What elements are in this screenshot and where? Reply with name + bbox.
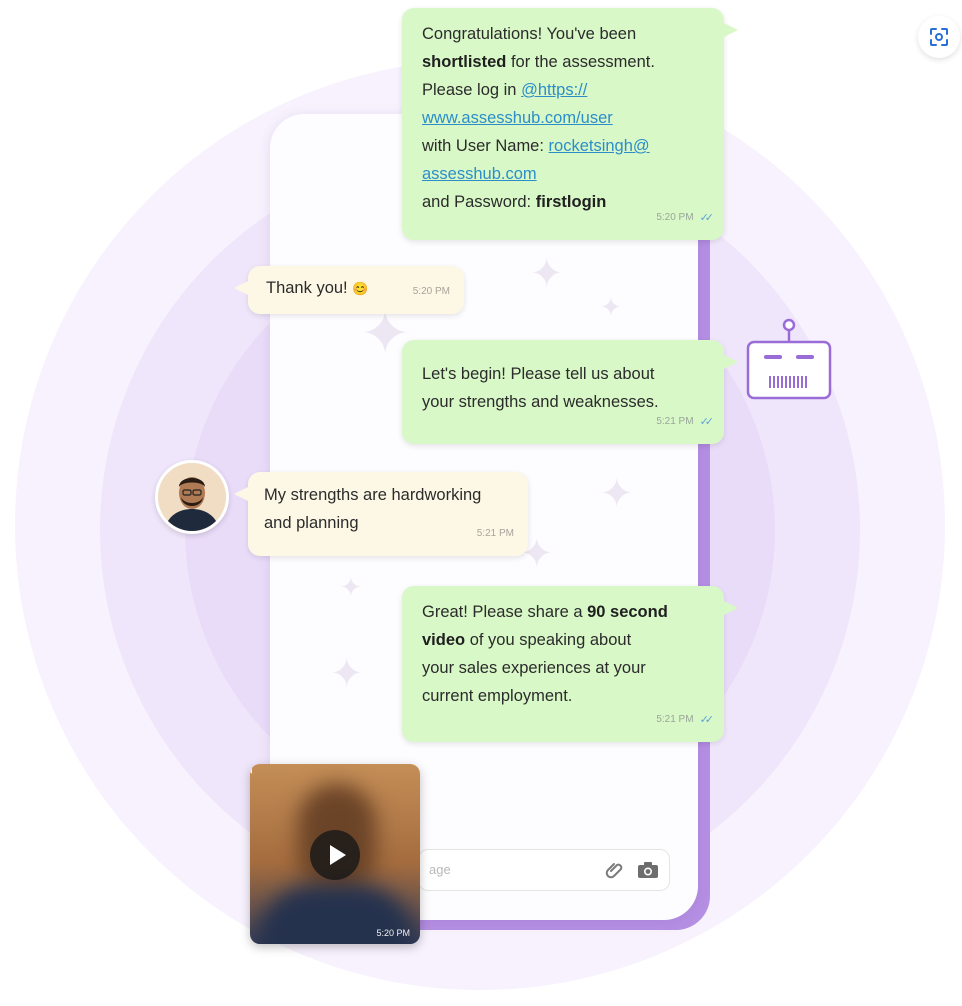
message-line: Great! Please share a 90 second xyxy=(422,598,704,626)
message-bold-text: shortlisted xyxy=(422,53,507,71)
user-message-thanks: Thank you! 😊 5:20 PM xyxy=(234,266,464,314)
message-line: www.assesshub.com/user xyxy=(422,104,704,132)
sparkle-decoration: ✦ xyxy=(340,572,362,602)
message-meta: 5:21 PM ✓✓ xyxy=(656,706,715,734)
message-line: shortlisted for the assessment. xyxy=(422,48,704,76)
login-link[interactable]: www.assesshub.com/user xyxy=(422,109,613,127)
avatar xyxy=(155,460,229,534)
message-text: and Password: xyxy=(422,193,536,211)
message-bold-text: 90 second xyxy=(587,603,668,621)
message-meta: 5:20 PM xyxy=(413,278,450,306)
user-message-strengths: My strengths are hardworking and plannin… xyxy=(234,472,528,556)
robot-icon xyxy=(744,316,834,404)
message-text: Congratulations! You've been xyxy=(422,25,637,43)
video-message[interactable]: 5:20 PM xyxy=(250,764,420,944)
message-text: Great! Please share a xyxy=(422,603,588,621)
message-timestamp: 5:20 PM xyxy=(656,212,694,223)
message-meta: 5:21 PM ✓✓ xyxy=(656,408,715,436)
message-text: My strengths are hardworking xyxy=(264,486,482,504)
message-line: video of you speaking about xyxy=(422,626,704,654)
message-line: Please log in @https:// xyxy=(422,76,704,104)
message-bold-text: video xyxy=(422,631,466,649)
message-text: Let's begin! Please tell us about xyxy=(422,365,655,383)
bot-message-credentials: Congratulations! You've been shortlisted… xyxy=(402,8,738,240)
sparkle-decoration: ✦ xyxy=(600,292,622,322)
login-link[interactable]: @https:// xyxy=(521,81,587,99)
message-text: and planning xyxy=(264,514,359,532)
message-input[interactable]: age xyxy=(418,849,670,891)
bot-message-question: Let's begin! Please tell us about your s… xyxy=(402,340,738,444)
email-link[interactable]: assesshub.com xyxy=(422,165,537,183)
message-timestamp: 5:21 PM xyxy=(656,714,694,725)
sparkle-decoration: ✦ xyxy=(600,472,634,516)
sparkle-decoration: ✦ xyxy=(330,652,364,696)
message-text: of you speaking about xyxy=(465,631,632,649)
message-input-placeholder: age xyxy=(429,862,451,877)
double-check-icon: ✓✓ xyxy=(699,416,715,428)
message-line: assesshub.com xyxy=(422,160,704,188)
message-timestamp: 5:21 PM xyxy=(476,528,514,539)
message-text: for the assessment. xyxy=(506,53,655,71)
message-text: Thank you! xyxy=(266,279,353,297)
message-line: with User Name: rocketsingh@ xyxy=(422,132,704,160)
sparkle-decoration: ✦ xyxy=(530,252,564,296)
password-text: firstlogin xyxy=(535,193,607,211)
video-timestamp: 5:20 PM xyxy=(376,928,410,938)
scan-icon xyxy=(930,28,948,46)
message-meta: 5:20 PM ✓✓ xyxy=(656,204,715,232)
double-check-icon: ✓✓ xyxy=(699,212,715,224)
message-line: Congratulations! You've been xyxy=(422,20,704,48)
scan-button[interactable] xyxy=(918,16,960,58)
camera-icon[interactable] xyxy=(637,860,659,885)
paperclip-icon[interactable] xyxy=(605,860,625,885)
message-text: with User Name: xyxy=(422,137,549,155)
play-icon[interactable] xyxy=(310,830,360,880)
message-text: your sales experiences at your xyxy=(422,659,646,677)
email-link[interactable]: rocketsingh@ xyxy=(549,137,650,155)
double-check-icon: ✓✓ xyxy=(699,714,715,726)
message-timestamp: 5:20 PM xyxy=(412,286,450,297)
message-meta: 5:21 PM xyxy=(477,520,514,548)
smile-emoji-icon: 😊 xyxy=(352,281,369,296)
message-text: Please log in xyxy=(422,81,522,99)
message-timestamp: 5:21 PM xyxy=(656,416,694,427)
bot-message-video-request: Great! Please share a 90 second video of… xyxy=(402,586,738,742)
